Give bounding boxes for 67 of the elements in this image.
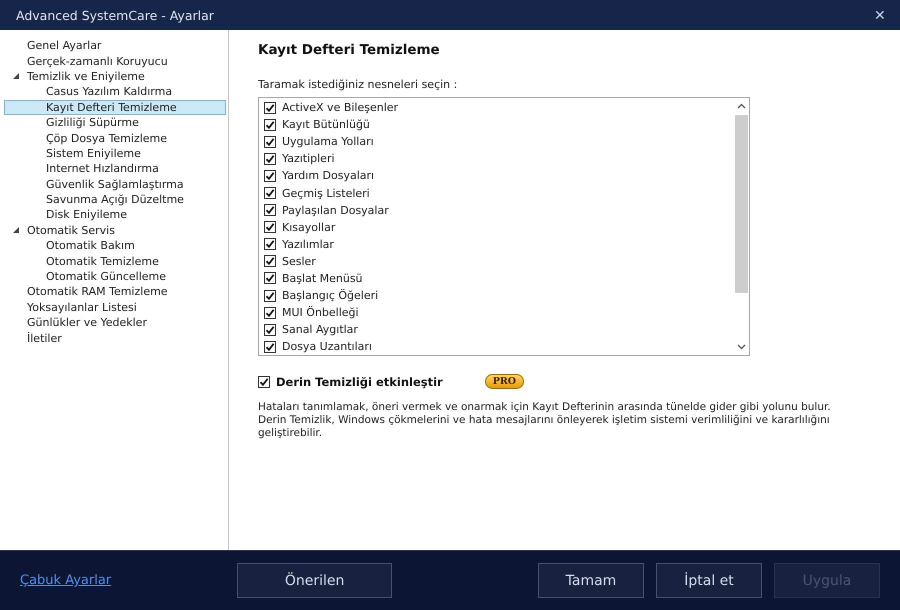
checkbox-label: Derin Temizliği etkinleştir [276, 374, 443, 388]
tree-item[interactable]: Disk Eniyileme [4, 207, 226, 223]
checkbox-label: Başlangıç Öğeleri [282, 289, 378, 302]
tree-item[interactable]: Çöp Dosya Temizleme [4, 130, 226, 146]
checkbox[interactable] [264, 306, 276, 319]
tree-item[interactable]: Otomatik Servis [4, 222, 226, 238]
expanded-triangle-icon[interactable] [13, 226, 19, 233]
description-text: Hataları tanımlamak, öneri vermek ve onarmak için Kayıt Defterinin arasında tünelde gider gibi yolunu bulur. Derin Temizlik, Windows çökmelerini ve hata mesajlarını önleyerek işletim sistemi verimliliğini ve kararlılığını geliştirebilir. [258, 401, 832, 440]
checkbox[interactable] [264, 136, 276, 148]
scrollbar-thumb[interactable] [734, 115, 748, 293]
tree-item[interactable]: Gerçek-zamanlı Koruyucu [4, 53, 226, 69]
checkbox[interactable] [264, 170, 276, 182]
pro-badge: PRO [484, 374, 524, 389]
checkbox[interactable] [264, 255, 276, 268]
tree-item[interactable]: Otomatik Temizleme [4, 253, 226, 269]
checkbox-label: Kayıt Bütünlüğü [282, 118, 370, 132]
tree-item[interactable]: Otomatik RAM Temizleme [4, 284, 226, 300]
tree-item[interactable]: Savunma Açığı Düzeltme [4, 192, 226, 208]
checkbox-label: MUI Önbelleği [282, 306, 359, 320]
checkbox-label: Yazıtipleri [282, 152, 335, 166]
expanded-triangle-icon[interactable] [13, 72, 19, 79]
tree-item[interactable]: Genel Ayarlar [4, 38, 226, 54]
footer-button[interactable]: Tamam [538, 563, 644, 598]
checkbox-label: Başlat Menüsü [282, 272, 363, 285]
tree-item[interactable]: Gizliliği Süpürme [4, 114, 226, 130]
section-heading: Kayıt Defteri Temizleme [258, 42, 441, 58]
scroll-up-icon[interactable] [736, 102, 746, 111]
window-title: Advanced SystemCare - Ayarlar [16, 8, 214, 22]
checkbox-label: Dosya Uzantıları [282, 340, 372, 354]
footer-button[interactable]: İptal et [656, 563, 762, 598]
checkbox-label: Uygulama Yolları [282, 135, 374, 148]
checkbox-label: Yardım Dosyaları [282, 169, 374, 182]
checkbox[interactable] [264, 238, 276, 250]
checkbox-label: Paylaşılan Dosyalar [282, 204, 389, 217]
checkbox-label: Yazılımlar [282, 238, 334, 251]
tree-item[interactable]: Yoksayılanlar Listesi [4, 300, 226, 316]
checkbox[interactable] [264, 221, 276, 234]
checkbox[interactable] [264, 187, 276, 200]
list-prompt: Taramak istediğiniz nesneleri seçin : [258, 78, 458, 91]
scroll-down-icon[interactable] [736, 342, 746, 351]
checkbox[interactable] [264, 272, 276, 284]
tree-item[interactable]: Güvenlik Sağlamlaştırma [4, 176, 226, 192]
checkbox-label: Sesler [282, 254, 316, 268]
checkbox[interactable] [264, 118, 276, 131]
close-button[interactable]: ✕ [872, 5, 888, 25]
checkbox[interactable] [264, 102, 276, 114]
quick-settings-link[interactable]: Çabuk Ayarlar [20, 573, 112, 588]
checkbox[interactable] [258, 376, 270, 388]
tree-item[interactable]: Günlükler ve Yedekler [4, 315, 226, 330]
checkbox[interactable] [264, 204, 276, 216]
tree-item[interactable]: Otomatik Bakım [4, 238, 226, 254]
tree-item[interactable]: Temizlik ve Eniyileme [4, 68, 226, 84]
tree-item[interactable]: Casus Yazılım Kaldırma [4, 84, 226, 100]
checkbox-label: Geçmiş Listeleri [282, 186, 370, 200]
tree-item[interactable]: Internet Hızlandırma [4, 161, 226, 177]
tree-item[interactable]: Sistem Eniyileme [4, 146, 226, 162]
footer-button[interactable]: Önerilen [237, 563, 392, 598]
checkbox[interactable] [264, 152, 276, 165]
tree-item[interactable]: Otomatik Güncelleme [4, 268, 226, 284]
checkbox-label: Kısayollar [282, 220, 336, 234]
tree-item[interactable]: İletiler [4, 330, 226, 346]
checkbox-label: ActiveX ve Bileşenler [282, 101, 398, 114]
checkbox[interactable] [264, 290, 276, 302]
checkbox-label: Sanal Aygıtlar [282, 323, 358, 336]
checkbox[interactable] [264, 340, 276, 353]
tree-item[interactable]: Kayıt Defteri Temizleme [4, 100, 226, 115]
checkbox[interactable] [264, 324, 276, 336]
